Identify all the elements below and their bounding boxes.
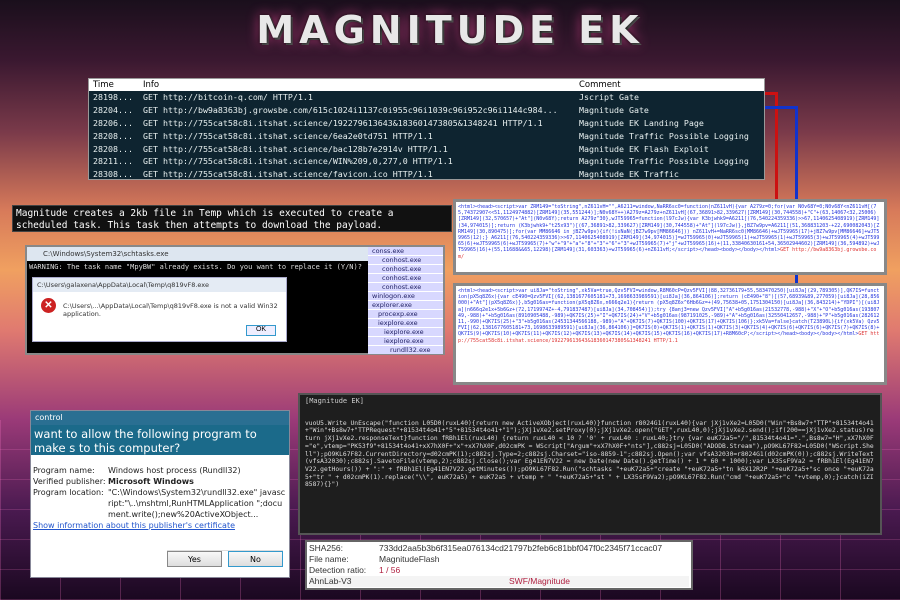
process-item[interactable]: procexp.exe <box>368 310 443 318</box>
engine-name: AhnLab-V3 <box>309 576 352 586</box>
no-button[interactable]: No <box>228 551 283 567</box>
cell-info: GET http://755cat58c8i.itshat.science/19… <box>143 117 543 128</box>
yes-button[interactable]: Yes <box>167 551 222 567</box>
page-title: MAGNITUDE EK <box>256 8 644 52</box>
cell-comment: Jscript Gate <box>579 92 639 103</box>
cell-comment: Magnitude Gate <box>579 105 649 116</box>
table-header: Time Info Comment <box>89 79 764 91</box>
process-item[interactable]: conhost.exe <box>368 283 443 291</box>
process-item[interactable]: rundll32.exe <box>368 346 443 354</box>
cell-time: 28208... <box>93 143 133 154</box>
cell-info: GET http://755cat58c8i.itshat.science/6e… <box>143 130 433 141</box>
virustotal-result: SHA256: 733dd2aa5b3b6f315ea076134cd21797b… <box>305 540 693 590</box>
label: Verified publisher: <box>33 477 106 486</box>
process-item[interactable]: iexplore.exe <box>368 337 443 345</box>
process-screenshot: C:\Windows\System32\schtasks.exe WARNING… <box>25 245 445 355</box>
cell-time: 28308... <box>93 169 133 180</box>
cell-time: 28198... <box>93 92 133 103</box>
engine-result: SWF/Magnitude <box>509 576 570 586</box>
label: SHA256: <box>309 543 344 553</box>
cell-info: GET http://bitcoin-q.com/ HTTP/1.1 <box>143 92 313 103</box>
ok-button[interactable]: OK <box>246 325 276 336</box>
uac-heading: want to allow the following program to m… <box>31 425 289 455</box>
cell-info: GET http://bw9a8363bj.growsbe.com/615c10… <box>143 105 558 116</box>
cell-info: GET http://755cat58c8i.itshat.science/fa… <box>143 169 433 180</box>
table-body: 28198... GET http://bitcoin-q.com/ HTTP/1… <box>89 91 764 181</box>
process-item[interactable]: iexplore.exe <box>368 328 443 336</box>
cell-time: 28208... <box>93 130 133 141</box>
table-row[interactable]: 28208... GET http://755cat58c8i.itshat.sc… <box>89 142 764 155</box>
connector-blue <box>765 106 797 109</box>
label: Program location: <box>33 488 104 497</box>
code-text: <html><head><script>var ui8Ja="toString"… <box>458 288 880 338</box>
cell-time: 28206... <box>93 117 133 128</box>
process-tree: conss.exe conhost.exe conhost.exe conhost.e… <box>368 247 443 354</box>
process-item[interactable]: conhost.exe <box>368 274 443 282</box>
error-title: C:\Users\galaxena\AppData\Local\Temp\q81… <box>33 278 286 292</box>
code-text: vuoU5.Write UnEscape("function L05D0(rux… <box>305 419 874 489</box>
process-item[interactable]: explorer.exe <box>368 301 443 309</box>
publisher: Microsoft Windows <box>108 477 194 486</box>
cell-info: GET http://755cat58c8i.itshat.science/ba… <box>143 143 448 154</box>
label: Program name: <box>33 466 95 475</box>
cell-info: GET http://755cat58c8i.itshat.science/WI… <box>143 156 453 167</box>
code-header: [Magnitude EK] <box>305 397 365 405</box>
program-location: "C:\Windows\System32\rundll32.exe" javas… <box>108 488 286 519</box>
process-item[interactable]: iexplore.exe <box>368 319 443 327</box>
table-row[interactable]: 28204... GET http://bw9a8363bj.growsbe.co… <box>89 104 764 117</box>
table-row[interactable]: 28211... GET http://755cat58c8i.itshat.sc… <box>89 155 764 168</box>
detection-ratio: 1 / 56 <box>379 565 401 575</box>
cell-comment: Magnitude EK Flash Exploit <box>579 143 709 154</box>
caption-box: Magnitude creates a 2kb file in Temp whi… <box>12 205 452 232</box>
table-row[interactable]: 28198... GET http://bitcoin-q.com/ HTTP/1… <box>89 91 764 104</box>
label: File name: <box>309 554 349 564</box>
certificate-link[interactable]: Show information about this publisher's … <box>33 521 287 530</box>
code-text: <html><head><script>var ZRM149="toString… <box>458 204 880 254</box>
table-row[interactable]: 28308... GET http://755cat58c8i.itshat.sc… <box>89 168 764 181</box>
traffic-table: Time Info Comment 28198... GET http://bit… <box>88 78 765 180</box>
error-message: C:\Users\...\AppData\Local\Temp\q819vF8.… <box>63 302 278 318</box>
process-item[interactable]: winlogon.exe <box>368 292 443 300</box>
uac-dialog: control want to allow the following prog… <box>30 410 290 578</box>
cell-comment: Magnitude Traffic Possible Logging <box>579 130 749 141</box>
error-dialog: C:\Users\galaxena\AppData\Local\Temp\q81… <box>32 277 287 342</box>
cell-comment: Magnitude EK Traffic <box>579 169 679 180</box>
table-row[interactable]: 28208... GET http://755cat58c8i.itshat.sc… <box>89 129 764 142</box>
column-comment[interactable]: Comment <box>575 80 764 90</box>
column-time[interactable]: Time <box>89 80 139 90</box>
process-item[interactable]: conhost.exe <box>368 256 443 264</box>
file-name: MagnitudeFlash <box>379 554 440 564</box>
process-item[interactable]: conss.exe <box>368 247 443 255</box>
cell-comment: Magnitude EK Landing Page <box>579 117 704 128</box>
label: Detection ratio: <box>309 565 367 575</box>
error-icon: ✕ <box>41 298 56 313</box>
scheduled-task-code: [Magnitude EK] vuoU5.Write UnEscape("fun… <box>298 393 882 535</box>
column-info[interactable]: Info <box>139 80 575 90</box>
process-item[interactable]: conhost.exe <box>368 265 443 273</box>
landing-code-1: <html><head><script>var ZRM149="toString… <box>453 199 887 275</box>
program-name: Windows host process (Rundll32) <box>108 466 241 475</box>
table-row[interactable]: 28206... GET http://755cat58c8i.itshat.sc… <box>89 117 764 130</box>
uac-title: control <box>31 411 289 425</box>
cell-time: 28211... <box>93 156 133 167</box>
cell-comment: Magnitude Traffic Possible Logging <box>579 156 749 167</box>
sha256: 733dd2aa5b3b6f315ea076134cd21797b2feb6c8… <box>379 543 663 553</box>
cell-time: 28204... <box>93 105 133 116</box>
landing-code-2: <html><head><script>var ui8Ja="toString"… <box>453 283 887 385</box>
